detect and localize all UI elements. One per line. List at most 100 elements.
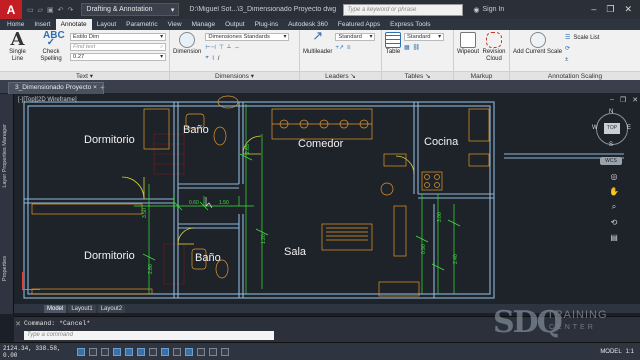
viewcube[interactable]: TOP N S W E (592, 109, 632, 149)
dynamic-input-toggle[interactable] (185, 347, 193, 356)
viewport-controls-label[interactable]: [-][Top][2D Wireframe] (18, 97, 77, 103)
revision-cloud-button[interactable]: Revision Cloud (482, 32, 506, 63)
restore-icon[interactable]: ❐ (606, 4, 614, 15)
3d-object-snap-toggle[interactable] (149, 347, 157, 356)
close-icon[interactable]: ✕ (624, 4, 632, 15)
ortho-mode-toggle[interactable] (113, 347, 121, 356)
compass-e[interactable]: E (627, 125, 631, 131)
align-leader-icon[interactable]: ≡ (347, 45, 351, 51)
polar-tracking-toggle[interactable] (125, 347, 133, 356)
ribbon-tab-featured-apps[interactable]: Featured Apps (333, 19, 385, 30)
ribbon-tab-view[interactable]: View (163, 19, 187, 30)
inspect-icon[interactable]: ⌖ (205, 55, 208, 62)
zoom-extents-icon[interactable]: ⌕ (612, 202, 616, 212)
dimension-label: Dimension (173, 49, 202, 55)
link-data-icon[interactable]: ⛓ (413, 44, 421, 51)
ribbon-tab-manage[interactable]: Manage (187, 19, 221, 30)
object-snap-tracking-toggle[interactable] (161, 347, 169, 356)
jog-icon[interactable]: ⌇ (212, 55, 215, 62)
add-current-scale-button[interactable]: Add Current Scale (513, 32, 562, 64)
tables-panel-title[interactable]: Tables ↘ (382, 71, 453, 80)
layout-tab-layout2[interactable]: Layout2 (97, 304, 126, 313)
compass-w[interactable]: W (592, 125, 598, 131)
lineweight-toggle[interactable] (197, 347, 205, 356)
snap-mode-toggle[interactable] (89, 347, 97, 356)
redo-icon[interactable]: ↷ (68, 6, 74, 14)
table-style-dropdown[interactable]: Standard ▾ (404, 33, 444, 41)
application-menu-button[interactable]: A (0, 0, 22, 19)
find-text-input[interactable]: Find text ⌕ (70, 43, 166, 51)
search-input[interactable]: Type a keyword or phrase (343, 3, 464, 16)
wcs-menu[interactable]: WCS (600, 157, 622, 165)
properties-tab[interactable]: Properties (2, 256, 8, 281)
pan-icon[interactable]: ✋ (609, 187, 619, 196)
open-icon[interactable]: ▱ (38, 6, 43, 14)
file-tab[interactable]: 3_Dimensionado Proyecto × (8, 82, 104, 94)
furniture (31, 95, 490, 297)
dim-style-dropdown[interactable]: Dimensiones Standards ▾ (205, 33, 290, 41)
leader-style-dropdown[interactable]: Standard ▾ (335, 33, 376, 41)
sign-in-button[interactable]: ◉ Sign In (473, 6, 504, 14)
text-style-dropdown[interactable]: Estilo Dim ▾ (70, 33, 166, 41)
minimize-icon[interactable]: – (610, 96, 614, 104)
command-input[interactable]: Type a command (24, 331, 274, 340)
viewcube-top[interactable]: TOP (604, 123, 620, 134)
compass-n[interactable]: N (609, 109, 613, 115)
break-dim-icon[interactable]: ⟂ (227, 44, 231, 51)
restore-icon[interactable]: ❐ (620, 96, 626, 104)
model-space-button[interactable]: MODEL (600, 349, 621, 355)
compass-s[interactable]: S (609, 142, 613, 148)
ribbon-tab-output[interactable]: Output (220, 19, 250, 30)
undo-icon[interactable]: ↶ (58, 6, 64, 14)
grid-display-toggle[interactable] (101, 347, 109, 356)
ribbon-tab-annotate[interactable]: Annotate (55, 19, 92, 30)
check-spelling-button[interactable]: ABC ✓ Check Spelling (36, 31, 66, 63)
workspace-dropdown[interactable]: Drafting & Annotation ▾ (81, 3, 180, 16)
adjust-space-icon[interactable]: ⇔ (234, 45, 240, 51)
ribbon-tab-express-tools[interactable]: Express Tools (385, 19, 435, 30)
close-icon[interactable]: ✕ (632, 96, 638, 104)
layout-tab-model[interactable]: Model (44, 304, 67, 313)
transparency-toggle[interactable] (209, 347, 217, 356)
add-leader-icon[interactable]: +↗ (335, 44, 344, 51)
steering-wheel-icon[interactable]: ◎ (611, 172, 618, 181)
leaders-panel-title[interactable]: Leaders ↘ (300, 71, 381, 80)
dynamic-ucs-toggle[interactable] (173, 347, 181, 356)
dimension-button[interactable]: Dimension (173, 32, 201, 63)
wipeout-button[interactable]: Wipeout (457, 32, 479, 63)
text-height-input[interactable]: 0.27 ▾ (70, 53, 166, 61)
scaling-panel-title[interactable]: Annotation Scaling (510, 71, 640, 80)
infer-constraints-toggle[interactable] (77, 347, 85, 356)
layer-properties-tab[interactable]: Layer Properties Manager (2, 124, 8, 188)
annotation-scale-button[interactable]: 1:1 (626, 349, 634, 355)
new-tab-icon[interactable]: + (100, 83, 105, 92)
single-line-text-button[interactable]: A Single Line (3, 31, 32, 63)
minimize-icon[interactable]: – (591, 4, 596, 15)
save-icon[interactable]: ▣ (47, 6, 54, 14)
drawing-area[interactable]: 3.50 2.65 1.20 0.90 3.00 2.40 0.60 1.50 2.80 Dor… (14, 94, 640, 304)
multileader-button[interactable]: ↗ Multileader (303, 29, 332, 56)
quick-properties-toggle[interactable] (221, 347, 229, 356)
extract-data-icon[interactable]: ▦ (404, 44, 410, 51)
ribbon-tab-layout[interactable]: Layout (92, 19, 122, 30)
ribbon-tab-plug-ins[interactable]: Plug-ins (250, 19, 283, 30)
new-icon[interactable]: ▭ (27, 6, 34, 14)
object-snap-toggle[interactable] (137, 347, 145, 356)
markup-panel-title[interactable]: Markup (454, 71, 509, 80)
scale-list-button[interactable]: ☰ Scale List (565, 33, 599, 42)
add-delete-scale-button[interactable]: ± (565, 55, 599, 64)
ribbon-tab-parametric[interactable]: Parametric (121, 19, 162, 30)
showmotion-icon[interactable]: ▤ (610, 233, 618, 242)
orbit-icon[interactable]: ⟲ (611, 218, 618, 227)
text-panel-title[interactable]: Text ▾ (0, 71, 169, 80)
table-button[interactable]: Table (385, 32, 401, 56)
sync-scale-button[interactable]: ⟳ (565, 44, 599, 53)
layout-tab-layout1[interactable]: Layout1 (68, 304, 96, 313)
close-icon[interactable]: ✕ (14, 320, 22, 328)
close-icon[interactable]: × (93, 84, 97, 91)
dimensions-panel-title[interactable]: Dimensions ▾ (170, 71, 299, 80)
continue-dim-icon[interactable]: ⊤ (219, 44, 224, 51)
ribbon-tab-insert[interactable]: Insert (29, 19, 55, 30)
ribbon-tab-autodesk-360[interactable]: Autodesk 360 (283, 19, 333, 30)
quick-dim-icon[interactable]: ⊢⊣ (205, 44, 215, 51)
